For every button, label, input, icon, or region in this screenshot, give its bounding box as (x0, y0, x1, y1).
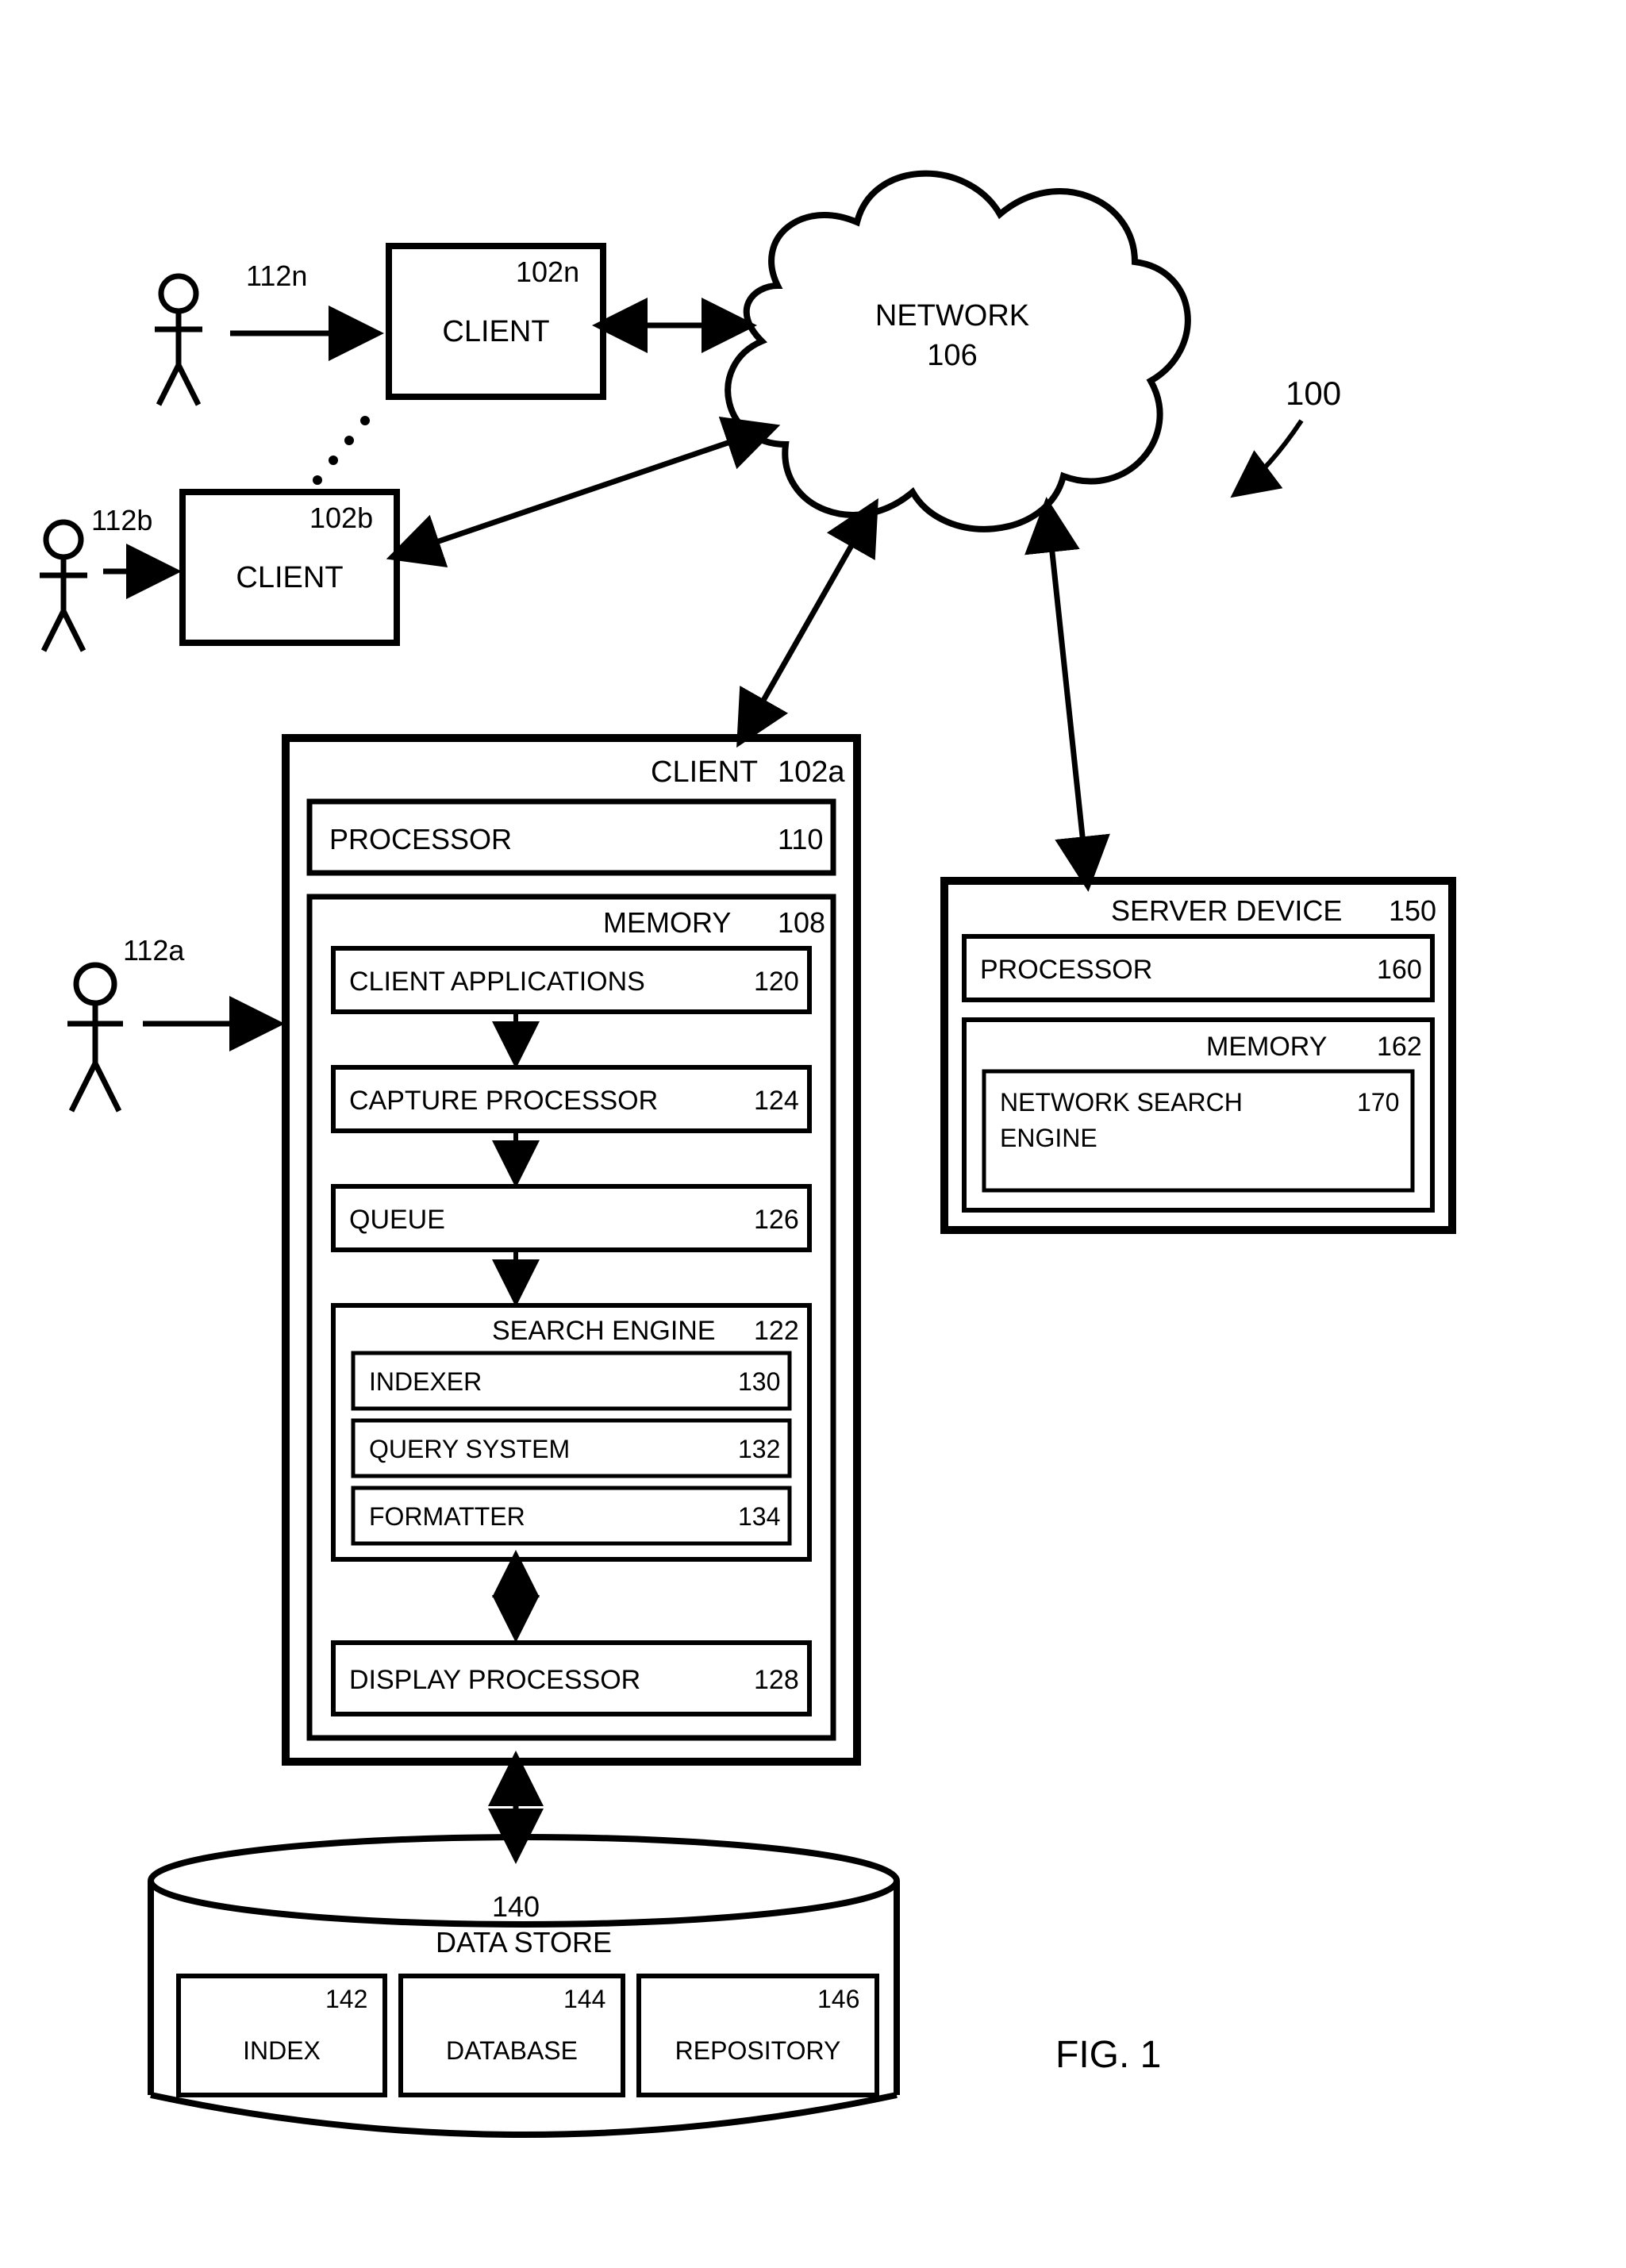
formatter-label: FORMATTER (369, 1502, 525, 1531)
data-store: 140 DATA STORE 142 INDEX 144 DATABASE 14… (151, 1837, 897, 2135)
queue-id: 126 (754, 1205, 799, 1235)
user-b: 112b (40, 504, 171, 651)
server-id: 150 (1389, 894, 1436, 927)
indexer-id: 130 (738, 1367, 780, 1396)
capture-label: CAPTURE PROCESSOR (349, 1086, 658, 1116)
user-a: 112a (67, 934, 274, 1111)
client-a-label: CLIENT (651, 755, 758, 789)
system-id: 100 (1286, 375, 1341, 412)
system-ref-pointer: 100 (1238, 375, 1341, 492)
processor-label: PROCESSOR (329, 823, 512, 855)
capture-id: 124 (754, 1086, 799, 1116)
query-id: 132 (738, 1435, 780, 1463)
queue-label: QUEUE (349, 1205, 445, 1235)
repo-label: REPOSITORY (675, 2036, 841, 2065)
index-label: INDEX (243, 2036, 321, 2065)
nse-label-1: NETWORK SEARCH (1000, 1088, 1243, 1117)
db-id: 144 (563, 1985, 605, 2013)
datastore-id: 140 (492, 1890, 540, 1923)
index-id: 142 (325, 1985, 367, 2013)
srv-mem-id: 162 (1377, 1032, 1422, 1062)
client-n: 102n CLIENT (389, 246, 603, 397)
search-engine-label: SEARCH ENGINE (492, 1316, 716, 1346)
client-n-label: CLIENT (442, 315, 549, 348)
client-b-id: 102b (309, 502, 373, 534)
client-n-id: 102n (516, 256, 579, 288)
server-device: SERVER DEVICE 150 PROCESSOR 160 MEMORY 1… (944, 881, 1452, 1230)
display-label: DISPLAY PROCESSOR (349, 1665, 640, 1695)
display-id: 128 (754, 1665, 799, 1695)
indexer-label: INDEXER (369, 1367, 482, 1396)
datastore-label: DATA STORE (436, 1926, 612, 1959)
client-a: CLIENT 102a PROCESSOR 110 MEMORY 108 CLI… (286, 738, 857, 1762)
user-a-id: 112a (123, 934, 185, 967)
db-label: DATABASE (446, 2036, 578, 2065)
memory-label: MEMORY (603, 906, 731, 939)
network-cloud: NETWORK 106 (728, 174, 1188, 529)
client-b-label: CLIENT (236, 561, 343, 594)
user-n-id: 112n (246, 259, 307, 292)
network-id: 106 (927, 339, 977, 372)
network-label: NETWORK (875, 299, 1029, 333)
user-b-id: 112b (91, 504, 152, 536)
query-label: QUERY SYSTEM (369, 1435, 570, 1463)
client-dotted-link (313, 416, 370, 485)
search-engine-id: 122 (754, 1316, 799, 1346)
client-apps-label: CLIENT APPLICATIONS (349, 967, 645, 997)
memory-id: 108 (778, 906, 825, 939)
diagram-root: 100 NETWORK 106 102n CLIENT 112n 102b CL… (0, 0, 1626, 2268)
srv-proc-id: 160 (1377, 955, 1422, 985)
arrow-server-network (1047, 508, 1087, 881)
nse-label-2: ENGINE (1000, 1124, 1097, 1152)
arrow-clientb-network (397, 429, 770, 555)
nse-id: 170 (1357, 1088, 1399, 1117)
user-n: 112n (155, 259, 373, 405)
formatter-id: 134 (738, 1502, 780, 1531)
figure-label: FIG. 1 (1055, 2034, 1161, 2076)
arrow-clienta-network (742, 508, 873, 738)
client-apps-id: 120 (754, 967, 799, 997)
srv-proc-label: PROCESSOR (980, 955, 1152, 985)
client-a-id: 102a (778, 755, 845, 789)
server-label: SERVER DEVICE (1111, 894, 1342, 927)
srv-mem-label: MEMORY (1206, 1032, 1327, 1062)
repo-id: 146 (817, 1985, 859, 2013)
processor-id: 110 (778, 823, 823, 855)
client-b: 102b CLIENT (183, 492, 397, 643)
